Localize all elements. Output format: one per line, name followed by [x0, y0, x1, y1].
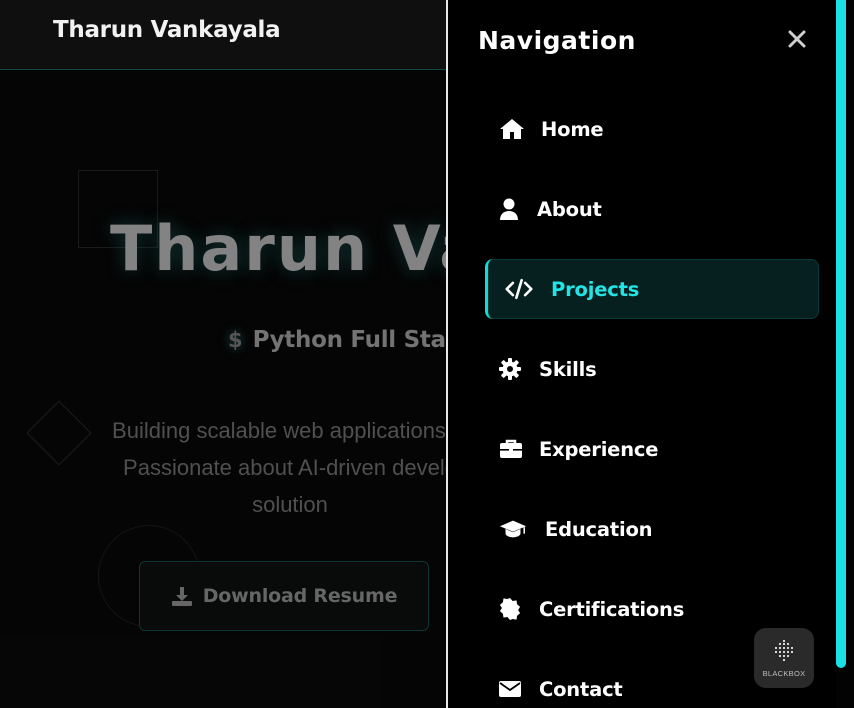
nav-item-label: Skills — [539, 357, 597, 381]
nav-item-home[interactable]: Home — [485, 99, 819, 159]
nav-item-label: About — [537, 197, 602, 221]
nav-item-label: Experience — [539, 437, 659, 461]
scrollbar-thumb[interactable] — [836, 0, 846, 668]
user-icon — [499, 195, 527, 223]
blackbox-label: BLACKBOX — [762, 668, 806, 678]
blackbox-widget[interactable]: BLACKBOX — [754, 628, 814, 688]
close-button[interactable] — [782, 26, 812, 56]
nav-item-label: Home — [541, 117, 604, 141]
nav-item-label: Education — [545, 517, 653, 541]
home-icon — [499, 115, 527, 143]
nav-item-about[interactable]: About — [485, 179, 819, 239]
navigation-drawer: Navigation Home About Projects Skills Ex — [448, 0, 836, 708]
nav-item-experience[interactable]: Experience — [485, 419, 819, 479]
badge-icon — [499, 595, 527, 623]
envelope-icon — [499, 675, 527, 703]
gear-icon — [499, 355, 527, 383]
briefcase-icon — [499, 435, 527, 463]
drawer-title: Navigation — [478, 26, 636, 55]
nav-item-label: Contact — [539, 677, 623, 701]
nav-item-projects[interactable]: Projects — [485, 259, 819, 319]
nav-item-education[interactable]: Education — [485, 499, 819, 559]
nav-item-skills[interactable]: Skills — [485, 339, 819, 399]
graduation-cap-icon — [499, 515, 527, 543]
nav-item-label: Certifications — [539, 597, 685, 621]
code-icon — [505, 275, 533, 303]
nav-item-label: Projects — [551, 277, 640, 301]
background-page: Tharun Vankayala Tharun Va $ Python Full … — [0, 0, 446, 708]
dim-overlay[interactable] — [0, 0, 446, 708]
close-icon — [788, 30, 806, 52]
blackbox-logo-icon — [772, 639, 796, 667]
